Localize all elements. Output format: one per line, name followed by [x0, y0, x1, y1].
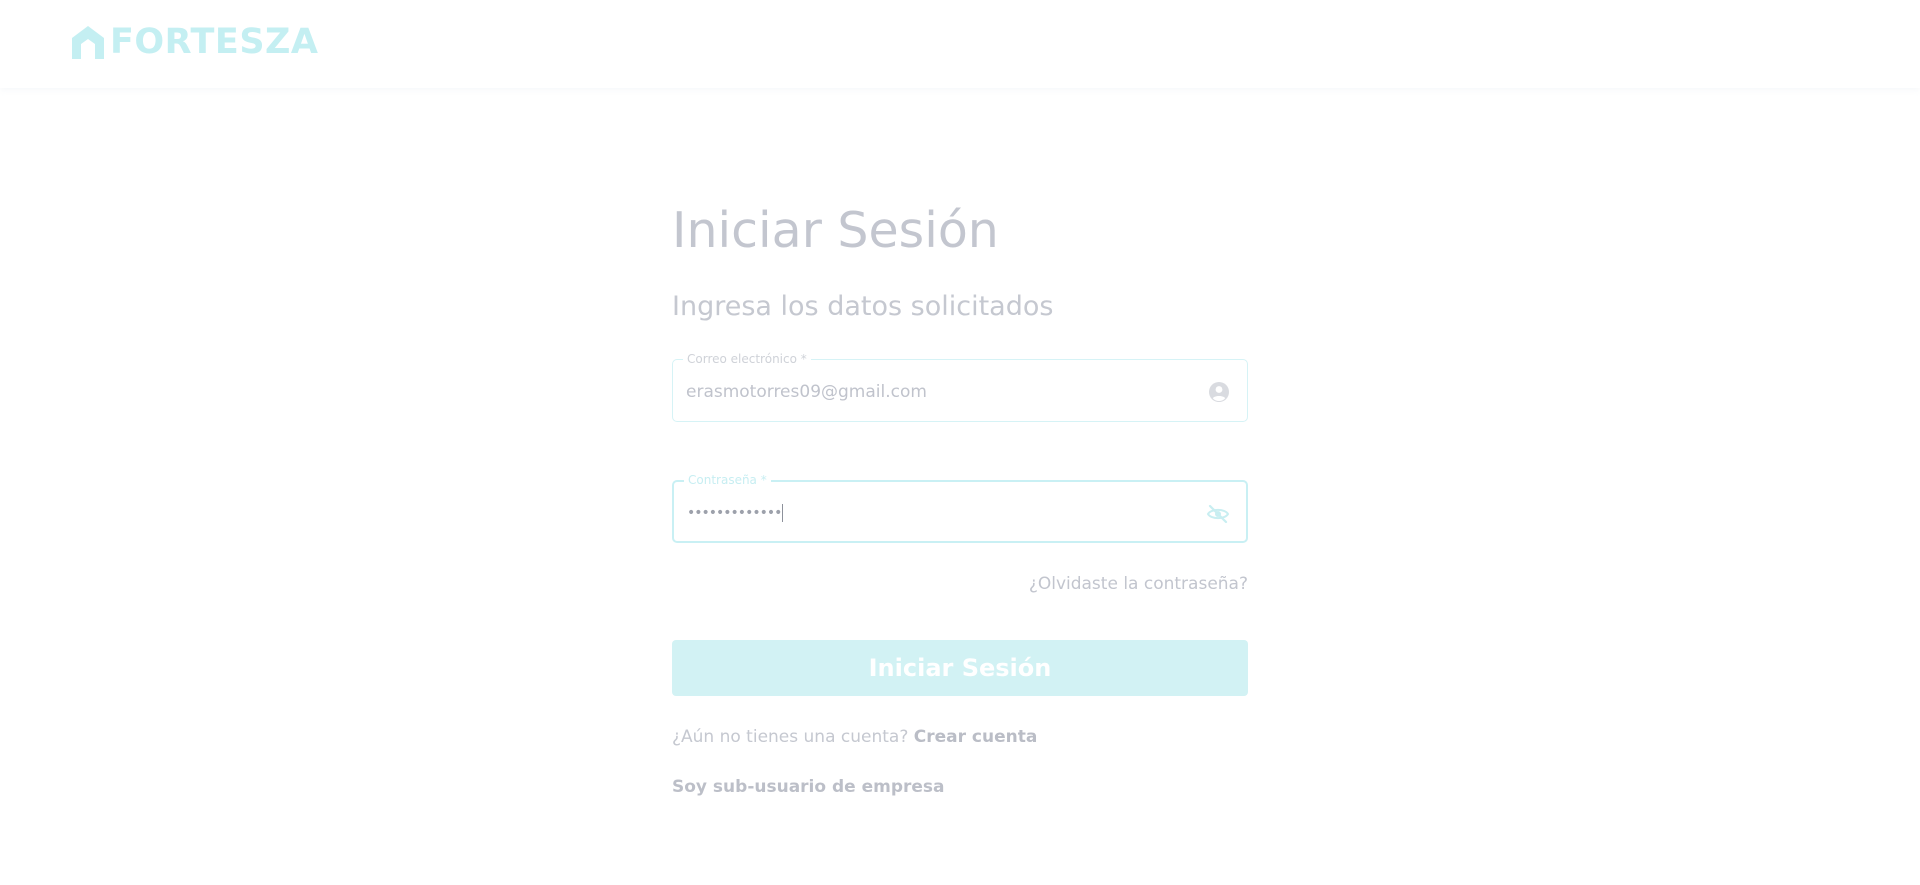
page-subtitle: Ingresa los datos solicitados [672, 291, 1054, 322]
login-button[interactable]: Iniciar Sesión [672, 640, 1248, 696]
create-account-link[interactable]: Crear cuenta [914, 727, 1038, 747]
brand-logo[interactable]: FORTESZA [68, 22, 319, 62]
text-caret [782, 504, 784, 522]
top-bar: FORTESZA [0, 0, 1920, 88]
page-title: Iniciar Sesión [672, 202, 999, 259]
signup-prompt: ¿Aún no tienes una cuenta? [672, 727, 909, 747]
eye-off-icon[interactable] [1206, 502, 1230, 526]
account-circle-icon [1209, 382, 1229, 402]
password-input[interactable]: ••••••••••••• [687, 502, 784, 524]
email-input[interactable]: erasmotorres09@gmail.com [686, 381, 927, 403]
password-field[interactable]: Contraseña * ••••••••••••• [672, 472, 1248, 543]
email-field[interactable]: Correo electrónico * erasmotorres09@gmai… [672, 351, 1248, 422]
forgot-password-link[interactable]: ¿Olvidaste la contraseña? [672, 573, 1248, 595]
password-mask: ••••••••••••• [687, 505, 782, 521]
logo-text: FORTESZA [110, 22, 319, 62]
signup-row: ¿Aún no tienes una cuenta? Crear cuenta [672, 726, 1248, 748]
password-label: Contraseña * [684, 472, 771, 488]
email-label: Correo electrónico * [683, 351, 811, 367]
subuser-link[interactable]: Soy sub-usuario de empresa [672, 776, 1248, 798]
house-icon [72, 26, 104, 59]
login-panel: Iniciar Sesión Ingresa los datos solicit… [672, 200, 1248, 798]
